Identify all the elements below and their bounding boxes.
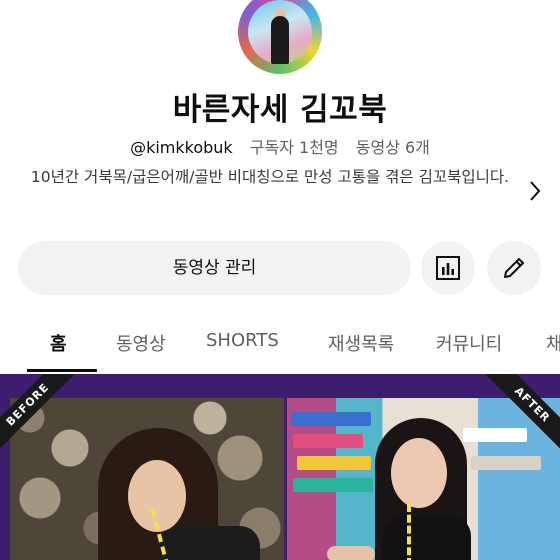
channel-tabs: 홈 동영상 SHORTS 재생목록 커뮤니티 채 xyxy=(0,318,560,372)
after-photo xyxy=(287,398,560,560)
before-photo xyxy=(10,398,284,560)
tab-playlists[interactable]: 재생목록 xyxy=(328,330,394,356)
channel-description[interactable]: 10년간 거북목/굽은어깨/골반 비대칭으로 만성 고통을 겪은 김꼬북입니다. xyxy=(24,164,516,190)
tab-videos[interactable]: 동영상 xyxy=(116,330,166,356)
chevron-right-icon[interactable] xyxy=(528,178,542,204)
video-count: 동영상 6개 xyxy=(355,138,430,157)
tab-shorts[interactable]: SHORTS xyxy=(206,330,279,351)
analytics-button[interactable] xyxy=(421,241,475,295)
channel-avatar[interactable] xyxy=(238,0,322,74)
manage-videos-button[interactable]: 동영상 관리 xyxy=(18,241,411,295)
tab-home[interactable]: 홈 xyxy=(50,330,67,356)
active-tab-indicator xyxy=(27,369,97,372)
bar-chart-icon xyxy=(436,256,460,280)
subscriber-count: 구독자 1천명 xyxy=(249,138,339,157)
edit-channel-button[interactable] xyxy=(487,241,541,295)
tab-community[interactable]: 커뮤니티 xyxy=(436,330,502,356)
channel-handle: @kimkkobuk xyxy=(130,138,233,157)
tab-more[interactable]: 채 xyxy=(546,330,560,356)
featured-video-thumbnail[interactable]: BEFORE AFTER xyxy=(0,374,560,560)
channel-page: 바른자세 김꼬북 @kimkkobuk 구독자 1천명 동영상 6개 10년간 … xyxy=(0,0,560,560)
channel-meta: @kimkkobuk 구독자 1천명 동영상 6개 xyxy=(0,134,560,158)
posture-guide-line xyxy=(407,504,411,560)
channel-name: 바른자세 김꼬북 xyxy=(172,92,388,128)
pencil-icon xyxy=(504,258,524,278)
